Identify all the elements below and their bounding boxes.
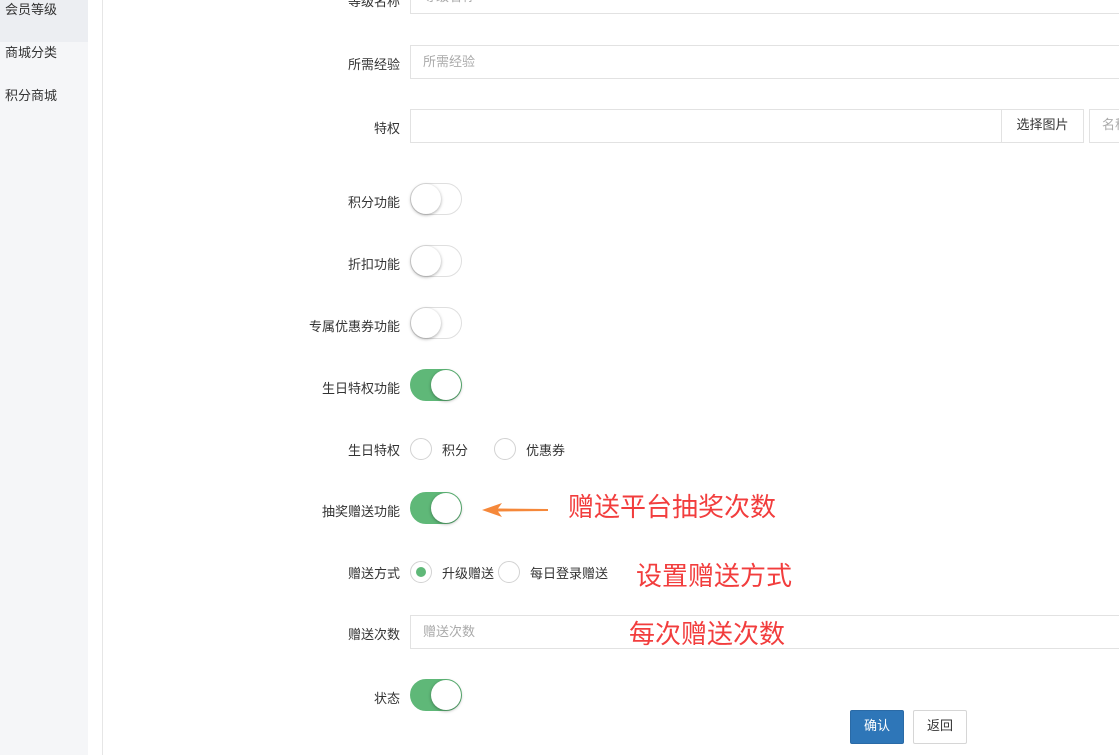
status-label: 状态 bbox=[373, 692, 400, 707]
annotation-count: 每次赠送次数 bbox=[629, 620, 786, 650]
birthday-points-radio-label: 积分 bbox=[442, 444, 469, 459]
content-divider bbox=[102, 0, 103, 755]
coupon-feature-label: 专属优惠券功能 bbox=[308, 320, 400, 335]
birthday-points-radio[interactable] bbox=[410, 438, 432, 460]
coupon-feature-toggle[interactable] bbox=[410, 307, 462, 339]
level-name-input[interactable] bbox=[410, 0, 1119, 14]
birthday-coupon-radio-label: 优惠券 bbox=[526, 444, 566, 459]
privilege-name-input[interactable]: 名称 bbox=[1089, 109, 1119, 143]
privilege-image-input[interactable] bbox=[410, 109, 1002, 143]
toggle-knob bbox=[411, 308, 441, 338]
annotation-lottery: 赠送平台抽奖次数 bbox=[568, 493, 777, 523]
birthday-feature-label: 生日特权功能 bbox=[321, 382, 400, 397]
discount-feature-toggle[interactable] bbox=[410, 245, 462, 277]
daily-login-gift-radio-label: 每日登录赠送 bbox=[530, 567, 609, 582]
annotation-method: 设置赠送方式 bbox=[636, 562, 793, 592]
back-button[interactable]: 返回 bbox=[913, 710, 967, 744]
toggle-knob bbox=[411, 246, 441, 276]
birthday-coupon-radio[interactable] bbox=[494, 438, 516, 460]
toggle-knob bbox=[431, 370, 461, 400]
points-feature-label: 积分功能 bbox=[347, 196, 400, 211]
sidebar-item-points-mall[interactable]: 积分商城 bbox=[0, 86, 88, 128]
gift-method-label: 赠送方式 bbox=[347, 567, 400, 582]
toggle-knob bbox=[431, 680, 461, 710]
sidebar: 会员等级 商城分类 积分商城 bbox=[0, 0, 88, 755]
upgrade-gift-radio-label: 升级赠送 bbox=[442, 567, 495, 582]
upgrade-gift-radio[interactable] bbox=[410, 561, 432, 583]
sidebar-item-member-level[interactable]: 会员等级 bbox=[0, 0, 88, 42]
gift-count-label: 赠送次数 bbox=[347, 628, 400, 643]
birthday-privilege-label: 生日特权 bbox=[347, 444, 400, 459]
sidebar-item-mall-category[interactable]: 商城分类 bbox=[0, 43, 88, 85]
required-exp-input[interactable] bbox=[410, 45, 1119, 79]
confirm-button[interactable]: 确认 bbox=[850, 710, 904, 744]
birthday-feature-toggle[interactable] bbox=[410, 369, 462, 401]
points-feature-toggle[interactable] bbox=[410, 183, 462, 215]
toggle-knob bbox=[431, 493, 461, 523]
level-name-label: 等级名称 bbox=[347, 0, 400, 10]
lottery-gift-feature-label: 抽奖赠送功能 bbox=[321, 505, 400, 520]
sidebar-item-label: 积分商城 bbox=[5, 89, 58, 104]
sidebar-item-label: 会员等级 bbox=[5, 3, 58, 18]
select-image-button[interactable]: 选择图片 bbox=[1001, 109, 1084, 143]
required-exp-label: 所需经验 bbox=[347, 58, 400, 73]
discount-feature-label: 折扣功能 bbox=[347, 258, 400, 273]
lottery-gift-feature-toggle[interactable] bbox=[410, 492, 462, 524]
arrow-left-icon bbox=[482, 503, 548, 517]
sidebar-item-label: 商城分类 bbox=[5, 46, 58, 61]
privilege-label: 特权 bbox=[373, 122, 400, 137]
toggle-knob bbox=[411, 184, 441, 214]
daily-login-gift-radio[interactable] bbox=[498, 561, 520, 583]
status-toggle[interactable] bbox=[410, 679, 462, 711]
